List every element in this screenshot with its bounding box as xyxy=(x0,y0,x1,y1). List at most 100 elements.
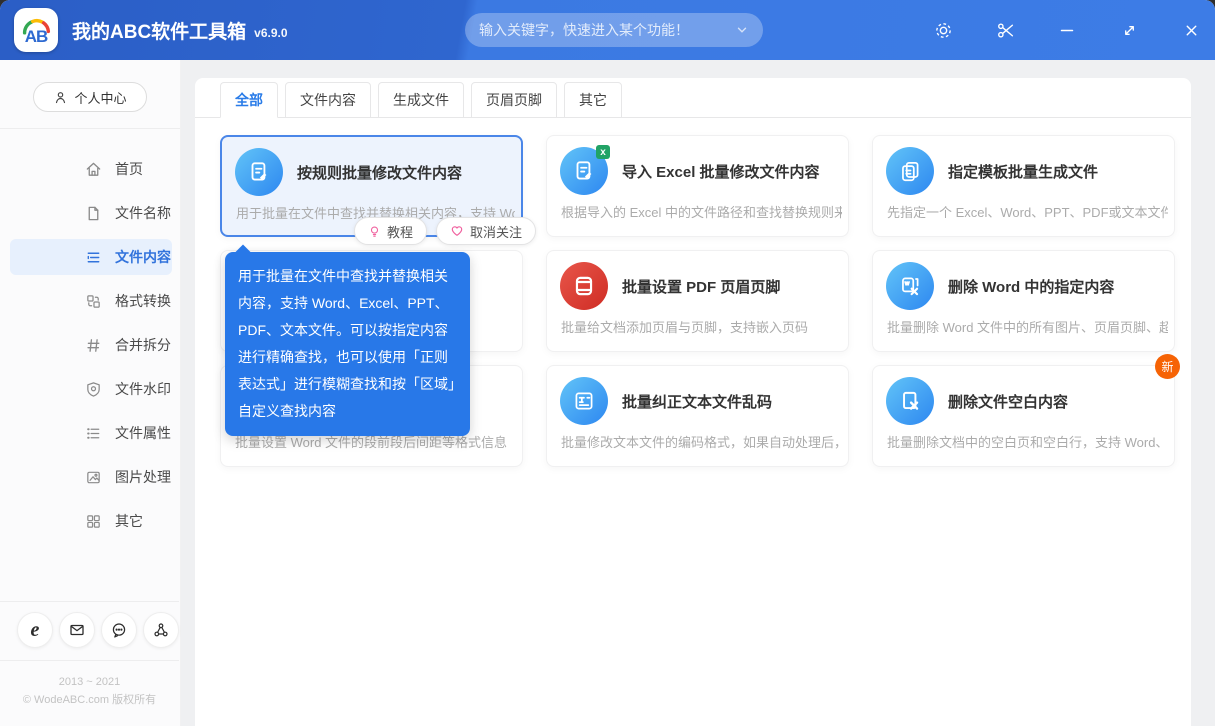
card-delete-word-content[interactable]: 删除 Word 中的指定内容 批量删除 Word 文件中的所有图片、页眉页脚、超… xyxy=(872,250,1175,352)
tutorial-label: 教程 xyxy=(386,224,413,240)
card-desc: 批量删除 Word 文件中的所有图片、页眉页脚、超链 xyxy=(887,320,1168,335)
sidebar-footer: e 2013 ~ 2021 © WodeABC.com 版权所有 xyxy=(0,584,179,726)
card-title: 删除文件空白内容 xyxy=(948,394,1069,411)
sidebar-item-label: 合并拆分 xyxy=(115,337,171,353)
sidebar-item-home[interactable]: 首页 xyxy=(10,151,172,187)
image-icon xyxy=(87,471,100,483)
sidebar-divider xyxy=(0,128,180,129)
app-logo-icon: AB xyxy=(14,8,58,52)
sidebar-item-file-content[interactable]: 文件内容 xyxy=(10,239,172,275)
doc-edit-excel-icon: x xyxy=(560,145,610,195)
tab-generate-file[interactable]: 生成文件 xyxy=(378,82,464,118)
card-desc: 批量给文档添加页眉与页脚，支持嵌入页码 xyxy=(561,320,809,335)
card-title: 导入 Excel 批量修改文件内容 xyxy=(622,164,820,181)
titlebar: AB 我的ABC软件工具箱 v6.9.0 输入关键字，快速进入某个功能！ xyxy=(0,0,1215,60)
text-doc-icon xyxy=(560,377,608,425)
person-icon xyxy=(56,91,66,103)
tab-label: 全部 xyxy=(235,92,263,108)
sidebar-item-merge-split[interactable]: 合并拆分 xyxy=(10,327,172,363)
tutorial-button[interactable]: 教程 xyxy=(353,217,427,245)
window-controls xyxy=(931,0,1203,60)
tab-other[interactable]: 其它 xyxy=(564,82,622,118)
sidebar-item-label: 格式转换 xyxy=(115,293,171,309)
sidebar-item-label: 其它 xyxy=(115,513,143,529)
tab-header-footer[interactable]: 页眉页脚 xyxy=(471,82,557,118)
doc-stack-icon xyxy=(886,147,934,195)
file-content-icon xyxy=(87,252,100,262)
close-icon[interactable] xyxy=(1179,18,1203,42)
page-delete-icon xyxy=(886,377,934,425)
sidebar-item-label: 文件内容 xyxy=(115,249,171,265)
card-title: 删除 Word 中的指定内容 xyxy=(948,279,1115,296)
unfollow-button[interactable]: 取消关注 xyxy=(435,217,536,245)
sidebar-item-file-props[interactable]: 文件属性 xyxy=(10,415,172,451)
sidebar-item-file-name[interactable]: 文件名称 xyxy=(10,195,172,231)
mail-icon[interactable] xyxy=(59,611,95,648)
file-name-icon xyxy=(88,206,99,220)
tab-bar: 全部 文件内容 生成文件 页眉页脚 其它 xyxy=(195,78,1191,118)
heart-icon xyxy=(451,226,463,236)
sidebar-item-label: 文件名称 xyxy=(115,205,171,221)
app-name: 我的ABC软件工具箱 xyxy=(72,21,247,43)
chevron-down-icon xyxy=(737,27,747,33)
card-pdf-header-footer[interactable]: 批量设置 PDF 页眉页脚 批量给文档添加页眉与页脚，支持嵌入页码 xyxy=(546,250,849,352)
card-desc: 批量删除文档中的空白页和空白行，支持 Word、Ex xyxy=(887,435,1168,450)
card-title: 批量设置 PDF 页眉页脚 xyxy=(622,279,781,296)
pdf-doc-icon xyxy=(560,262,608,310)
card-generate-from-template[interactable]: 指定模板批量生成文件 先指定一个 Excel、Word、PPT、PDF或文本文件… xyxy=(872,135,1175,237)
copyright-owner: © WodeABC.com 版权所有 xyxy=(22,694,157,707)
tooltip-text: 用于批量在文件中查找并替换相关内容，支持 Word、Excel、PPT、PDF、… xyxy=(238,268,455,419)
tab-label: 生成文件 xyxy=(393,92,449,108)
chat-icon[interactable] xyxy=(101,611,137,648)
file-props-icon xyxy=(87,427,100,439)
card-title: 批量纠正文本文件乱码 xyxy=(622,394,773,411)
card-delete-blank-content[interactable]: 新 删除文件空白内容 批量删除文档中的空白页和空白行，支持 Word、Ex xyxy=(872,354,1180,467)
sidebar-item-other[interactable]: 其它 xyxy=(10,503,172,539)
card-title: 按规则批量修改文件内容 xyxy=(297,165,463,182)
lightbulb-icon xyxy=(370,225,379,237)
word-delete-icon xyxy=(886,262,934,310)
main-content: 全部 文件内容 生成文件 页眉页脚 其它 按规则批量修改文件内容 用于批量在文件… xyxy=(181,60,1215,726)
tab-all[interactable]: 全部 xyxy=(220,82,278,118)
app-window: AB 我的ABC软件工具箱 v6.9.0 输入关键字，快速进入某个功能！ 个人中… xyxy=(0,0,1215,726)
logo-arc xyxy=(22,19,51,35)
home-icon xyxy=(86,162,101,176)
card-desc: 根据导入的 Excel 中的文件路径和查找替换规则来批 xyxy=(561,205,842,220)
copyright: 2013 ~ 2021 © WodeABC.com 版权所有 xyxy=(0,659,179,726)
merge-split-icon xyxy=(87,338,100,352)
sidebar-item-label: 文件属性 xyxy=(115,425,171,441)
browser-icon[interactable]: e xyxy=(17,611,53,648)
sidebar-item-image-process[interactable]: 图片处理 xyxy=(10,459,172,495)
watermark-icon xyxy=(87,381,100,397)
format-convert-icon xyxy=(87,294,100,308)
new-badge: 新 xyxy=(1155,354,1180,379)
tab-label: 文件内容 xyxy=(300,92,356,108)
card-desc: 批量修改文本文件的编码格式，如果自动处理后，打 xyxy=(561,435,842,450)
sidebar-item-watermark[interactable]: 文件水印 xyxy=(10,371,172,407)
quick-search-input[interactable]: 输入关键字，快速进入某个功能！ xyxy=(465,13,763,47)
card-modify-content-by-rule[interactable]: 按规则批量修改文件内容 用于批量在文件中查找并替换相关内容，支持 Worc 教程… xyxy=(220,135,536,245)
profile-label: 个人中心 xyxy=(74,90,127,106)
unfollow-label: 取消关注 xyxy=(469,224,522,240)
content-panel: 全部 文件内容 生成文件 页眉页脚 其它 按规则批量修改文件内容 用于批量在文件… xyxy=(195,78,1191,726)
sidebar-nav: 首页 文件名称 文件内容 格式转换 合并拆分 文件水印 文件属性 图片处理 其它 xyxy=(0,151,180,539)
minimize-icon[interactable] xyxy=(1055,18,1079,42)
share-icon[interactable] xyxy=(143,611,179,648)
sidebar-item-format-convert[interactable]: 格式转换 xyxy=(10,283,172,319)
profile-center-button[interactable]: 个人中心 xyxy=(33,82,147,112)
feature-tooltip: 用于批量在文件中查找并替换相关内容，支持 Word、Excel、PPT、PDF、… xyxy=(225,244,470,436)
browser-glyph: e xyxy=(30,618,40,641)
settings-gear-icon[interactable] xyxy=(931,18,955,42)
card-title: 指定模板批量生成文件 xyxy=(948,164,1099,181)
card-import-excel-modify[interactable]: x 导入 Excel 批量修改文件内容 根据导入的 Excel 中的文件路径和查… xyxy=(546,135,849,237)
sidebar: 个人中心 首页 文件名称 文件内容 格式转换 合并拆分 文件水印 文件属性 图片… xyxy=(0,60,181,726)
sidebar-item-label: 文件水印 xyxy=(115,381,171,397)
tab-file-content[interactable]: 文件内容 xyxy=(285,82,371,118)
excel-x-badge: x xyxy=(596,145,610,159)
card-desc: 先指定一个 Excel、Word、PPT、PDF或文本文件作为 xyxy=(887,205,1168,220)
sidebar-item-label: 首页 xyxy=(115,161,143,177)
scissors-icon[interactable] xyxy=(993,18,1017,42)
card-fix-text-encoding[interactable]: 批量纠正文本文件乱码 批量修改文本文件的编码格式，如果自动处理后，打 xyxy=(546,365,849,467)
tab-label: 页眉页脚 xyxy=(486,92,542,108)
maximize-icon[interactable] xyxy=(1117,18,1141,42)
